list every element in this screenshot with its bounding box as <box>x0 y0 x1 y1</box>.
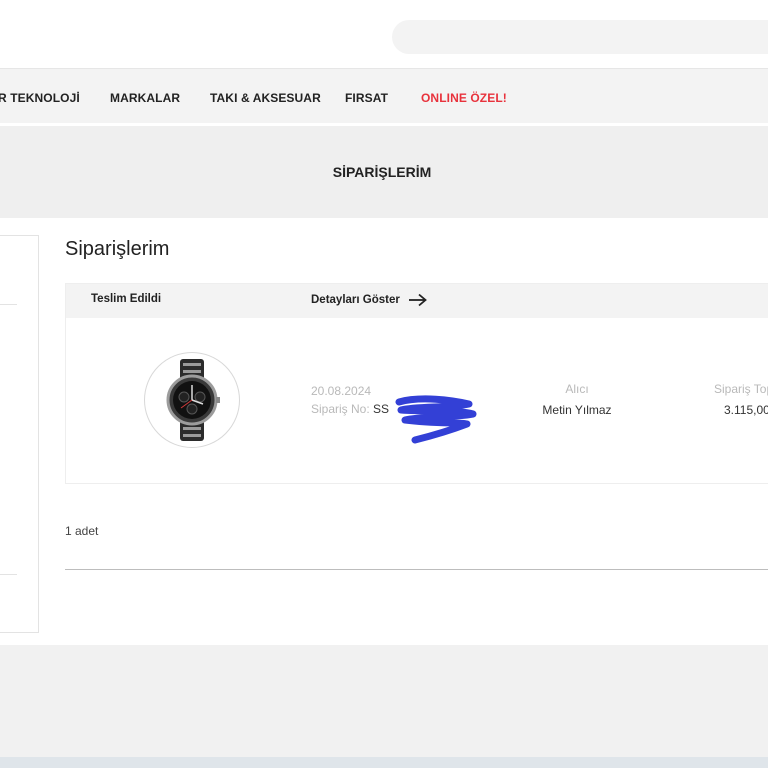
page-title: SİPARİŞLERİM <box>332 164 432 180</box>
page-title-banner: SİPARİŞLERİM <box>0 126 768 218</box>
nav-item-technology[interactable]: R TEKNOLOJİ <box>0 91 80 105</box>
order-number: Sipariş No: SS <box>311 402 389 416</box>
nav-item-online-special[interactable]: ONLINE ÖZEL! <box>421 91 507 105</box>
order-card-header: Teslim Edildi Detayları Göster <box>66 284 768 318</box>
main-nav: R TEKNOLOJİ MARKALAR TAKI & AKSESUAR FIR… <box>0 68 768 123</box>
redaction-scribble <box>395 395 477 444</box>
order-number-value: SS <box>373 402 390 416</box>
recipient-name: Metin Yılmaz <box>542 403 612 417</box>
arrow-right-icon <box>408 293 427 307</box>
footer-area <box>0 645 768 757</box>
account-sidebar <box>0 235 39 633</box>
content-divider <box>65 569 768 570</box>
page: R TEKNOLOJİ MARKALAR TAKI & AKSESUAR FIR… <box>0 0 768 768</box>
sidebar-divider <box>0 574 17 575</box>
show-details-label: Detayları Göster <box>311 294 400 306</box>
order-number-label: Sipariş No: <box>311 402 370 416</box>
window-bottom-edge <box>0 757 768 768</box>
show-details-link[interactable]: Detayları Göster <box>311 293 428 307</box>
product-thumbnail[interactable] <box>144 352 240 448</box>
orders-heading: Siparişlerim <box>65 238 170 260</box>
sidebar-divider <box>0 304 17 305</box>
order-card: Teslim Edildi Detayları Göster 20.08.202… <box>65 283 768 484</box>
nav-item-deals[interactable]: FIRSAT <box>345 91 388 105</box>
order-total-label: Sipariş Top <box>714 382 768 396</box>
recipient-label: Alıcı <box>565 382 589 396</box>
nav-item-jewelry-accessories[interactable]: TAKI & AKSESUAR <box>210 91 321 105</box>
order-date: 20.08.2024 <box>311 384 372 398</box>
search-input[interactable] <box>392 20 768 54</box>
item-quantity: 1 adet <box>65 524 99 538</box>
watch-icon <box>166 359 220 441</box>
order-status: Teslim Edildi <box>91 293 162 305</box>
order-total-value: 3.115,00 <box>724 403 768 417</box>
nav-item-brands[interactable]: MARKALAR <box>110 91 180 105</box>
